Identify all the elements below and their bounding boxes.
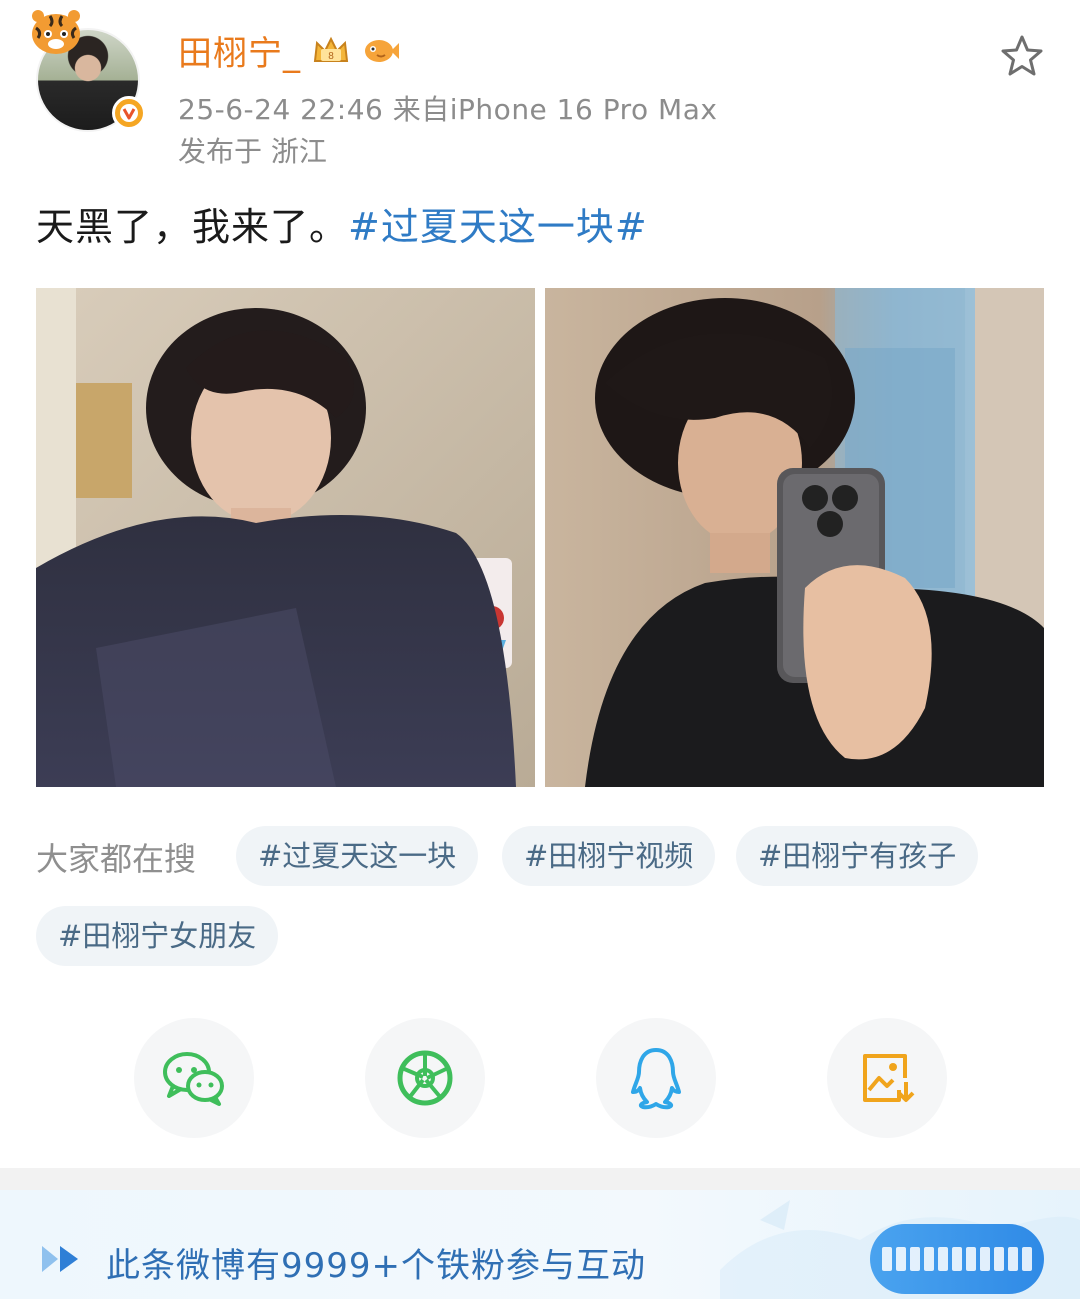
username-row: 田栩宁_ 8: [178, 26, 401, 75]
post-hashtag-link[interactable]: #过夏天这一块#: [348, 205, 648, 249]
svg-text:8: 8: [328, 51, 334, 62]
star-outline-icon[interactable]: [998, 32, 1046, 80]
post-body: 天黑了，我来了。: [36, 205, 349, 249]
crown-badge-icon[interactable]: 8: [311, 31, 351, 71]
post-time-source: 25-6-24 22:46 来自iPhone 16 Pro Max: [178, 93, 718, 126]
search-chip[interactable]: #过夏天这一块: [236, 826, 479, 886]
tiger-avatar-frame-icon: [32, 10, 80, 54]
share-wechat-button[interactable]: [134, 1018, 254, 1138]
search-label: 大家都在搜: [36, 840, 197, 878]
fish-badge-icon[interactable]: [361, 31, 401, 71]
avatar-container[interactable]: [26, 8, 146, 132]
save-image-icon: [863, 1054, 915, 1102]
verified-v-icon: [112, 96, 146, 130]
search-chip[interactable]: #田栩宁有孩子: [736, 826, 979, 886]
save-image-button[interactable]: [827, 1018, 947, 1138]
section-divider: [0, 1168, 1080, 1190]
moments-aperture-icon: [397, 1050, 453, 1106]
username[interactable]: 田栩宁_: [178, 26, 301, 75]
search-chip[interactable]: #田栩宁视频: [502, 826, 716, 886]
post-photo-1[interactable]: [36, 288, 535, 787]
double-arrow-icon: [42, 1246, 78, 1272]
share-moments-button[interactable]: [365, 1018, 485, 1138]
fans-interaction-text: 此条微博有9999+个铁粉参与互动: [106, 1246, 647, 1286]
qq-penguin-icon: [631, 1048, 681, 1110]
search-chip[interactable]: #田栩宁女朋友: [36, 906, 279, 966]
post-text: 天黑了，我来了。#过夏天这一块#: [36, 196, 648, 251]
post-location: 发布于 浙江: [178, 135, 327, 168]
fans-interaction-button[interactable]: [870, 1224, 1044, 1294]
post-photo-2[interactable]: [545, 288, 1044, 787]
wechat-icon: [163, 1052, 224, 1106]
share-qq-button[interactable]: [596, 1018, 716, 1138]
